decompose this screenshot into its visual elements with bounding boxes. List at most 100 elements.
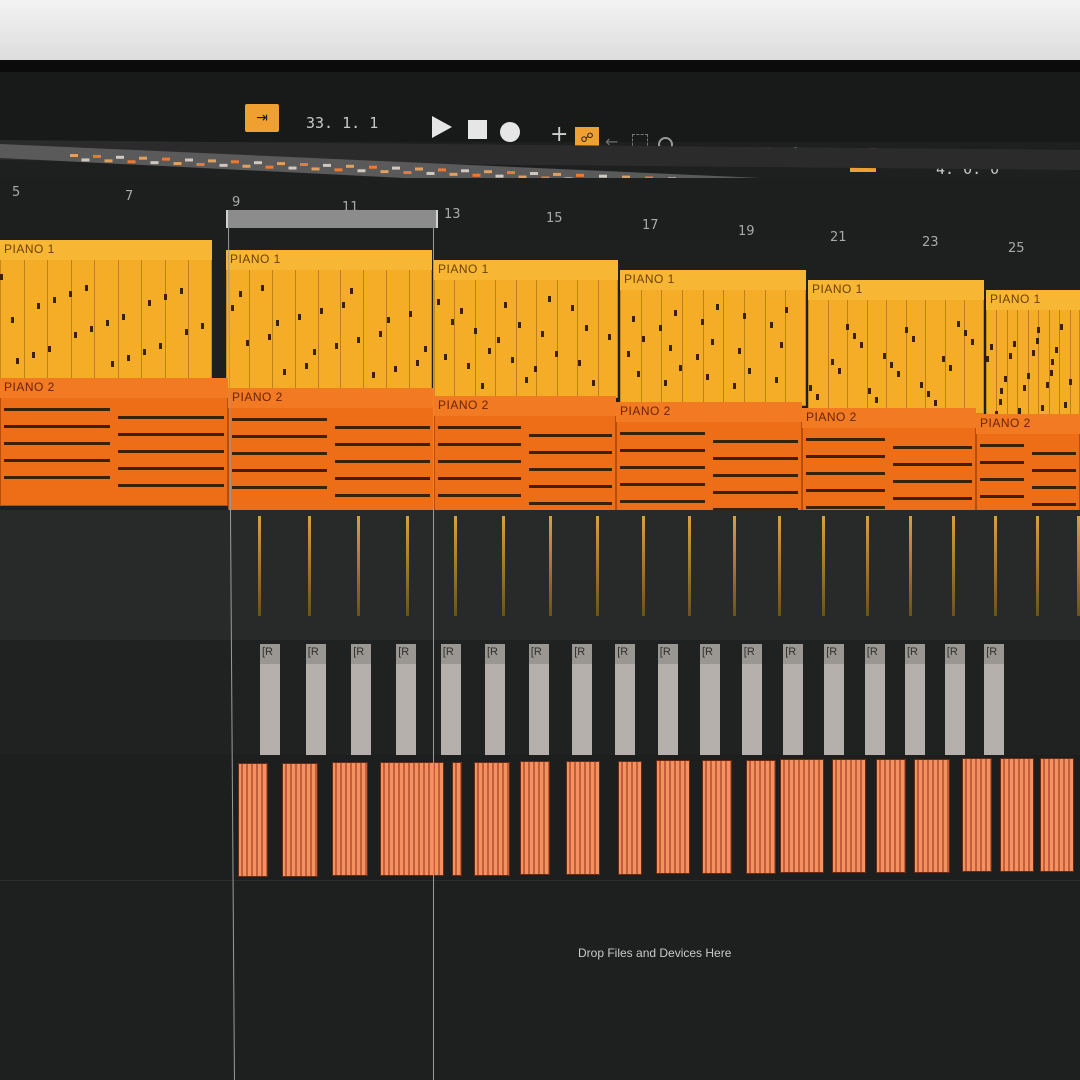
audio-clip[interactable]: [R	[351, 644, 372, 758]
audio-clip[interactable]	[332, 762, 368, 877]
midi-note[interactable]	[4, 408, 110, 411]
midi-note[interactable]	[511, 357, 514, 363]
midi-note[interactable]	[942, 356, 945, 362]
audio-clip[interactable]	[702, 760, 732, 874]
audio-clip[interactable]	[780, 759, 824, 874]
audio-clip[interactable]	[951, 516, 955, 616]
audio-clip[interactable]	[549, 516, 552, 616]
audio-clip[interactable]	[832, 759, 866, 874]
midi-note[interactable]	[529, 451, 612, 454]
audio-clip[interactable]	[733, 516, 736, 616]
audio-clip[interactable]: [R	[944, 644, 965, 758]
midi-note[interactable]	[69, 291, 72, 297]
midi-note[interactable]	[118, 484, 224, 487]
audio-clip[interactable]	[746, 759, 776, 874]
midi-note[interactable]	[85, 285, 88, 291]
play-icon[interactable]	[432, 116, 452, 138]
audio-clip[interactable]	[238, 763, 268, 877]
midi-note[interactable]	[738, 348, 741, 354]
audio-clip[interactable]: [R	[657, 644, 678, 758]
loop-brace[interactable]	[226, 210, 438, 228]
midi-note[interactable]	[1032, 469, 1076, 472]
midi-note[interactable]	[831, 359, 834, 365]
audio-clip[interactable]: [R	[572, 644, 593, 758]
midi-note[interactable]	[518, 322, 521, 328]
midi-note[interactable]	[696, 354, 699, 360]
midi-note[interactable]	[438, 477, 521, 480]
midi-note[interactable]	[893, 446, 972, 449]
midi-note[interactable]	[620, 500, 705, 503]
midi-note[interactable]	[1050, 370, 1053, 376]
audio-clip[interactable]: [R	[440, 644, 461, 758]
audio-clip[interactable]	[307, 516, 311, 616]
audio-clip[interactable]: [R	[824, 644, 845, 758]
midi-note[interactable]	[437, 299, 440, 305]
midi-note[interactable]	[637, 371, 640, 377]
audio-clip[interactable]	[474, 761, 510, 876]
midi-note[interactable]	[883, 353, 886, 359]
midi-note[interactable]	[444, 354, 447, 360]
midi-clip[interactable]: PIANO 2	[434, 396, 616, 522]
midi-note[interactable]	[980, 444, 1024, 447]
midi-note[interactable]	[701, 319, 704, 325]
follow-button[interactable]: ⇥	[245, 104, 279, 132]
midi-note[interactable]	[529, 468, 612, 471]
midi-note[interactable]	[1060, 324, 1063, 330]
midi-note[interactable]	[488, 348, 491, 354]
midi-note[interactable]	[350, 288, 353, 294]
midi-note[interactable]	[674, 310, 677, 316]
midi-note[interactable]	[342, 302, 345, 308]
midi-note[interactable]	[416, 360, 419, 366]
midi-note[interactable]	[642, 336, 645, 342]
audio-clip[interactable]	[994, 516, 997, 616]
midi-note[interactable]	[232, 418, 327, 421]
midi-note[interactable]	[394, 366, 397, 372]
midi-note[interactable]	[159, 343, 162, 349]
midi-note[interactable]	[239, 291, 242, 297]
audio-clip[interactable]	[595, 516, 599, 616]
midi-note[interactable]	[1051, 359, 1054, 365]
audio-clip[interactable]	[1000, 757, 1034, 872]
midi-clip[interactable]: PIANO 1	[226, 250, 432, 390]
midi-note[interactable]	[438, 494, 521, 497]
midi-note[interactable]	[957, 321, 960, 327]
midi-note[interactable]	[990, 344, 993, 350]
midi-note[interactable]	[971, 339, 974, 345]
audio-clip[interactable]: [R	[305, 644, 326, 758]
midi-note[interactable]	[118, 433, 224, 436]
midi-note[interactable]	[37, 303, 40, 309]
midi-note[interactable]	[451, 319, 454, 325]
audio-clip[interactable]: [R	[741, 644, 762, 758]
audio-clip[interactable]: [R	[905, 644, 925, 758]
midi-note[interactable]	[53, 297, 56, 303]
midi-note[interactable]	[180, 288, 183, 294]
midi-note[interactable]	[780, 342, 783, 348]
midi-note[interactable]	[949, 365, 952, 371]
midi-note[interactable]	[711, 339, 714, 345]
midi-note[interactable]	[578, 360, 581, 366]
midi-note[interactable]	[497, 337, 500, 343]
midi-clip[interactable]: PIANO 2	[616, 402, 802, 527]
midi-note[interactable]	[529, 502, 612, 505]
midi-note[interactable]	[246, 340, 249, 346]
midi-note[interactable]	[713, 457, 798, 460]
midi-note[interactable]	[232, 486, 327, 489]
midi-note[interactable]	[164, 294, 167, 300]
midi-note[interactable]	[806, 489, 885, 492]
midi-note[interactable]	[127, 355, 130, 361]
midi-note[interactable]	[201, 323, 204, 329]
midi-note[interactable]	[980, 495, 1024, 498]
midi-note[interactable]	[313, 349, 316, 355]
audio-clip[interactable]: [R	[396, 644, 417, 758]
midi-note[interactable]	[424, 346, 427, 352]
midi-note[interactable]	[1037, 327, 1040, 333]
midi-note[interactable]	[1032, 350, 1035, 356]
midi-note[interactable]	[713, 474, 798, 477]
stop-icon[interactable]	[468, 120, 487, 139]
midi-note[interactable]	[438, 443, 521, 446]
midi-note[interactable]	[283, 369, 286, 375]
midi-note[interactable]	[806, 455, 885, 458]
midi-note[interactable]	[460, 308, 463, 314]
midi-note[interactable]	[679, 365, 682, 371]
audio-clip[interactable]	[618, 760, 642, 875]
